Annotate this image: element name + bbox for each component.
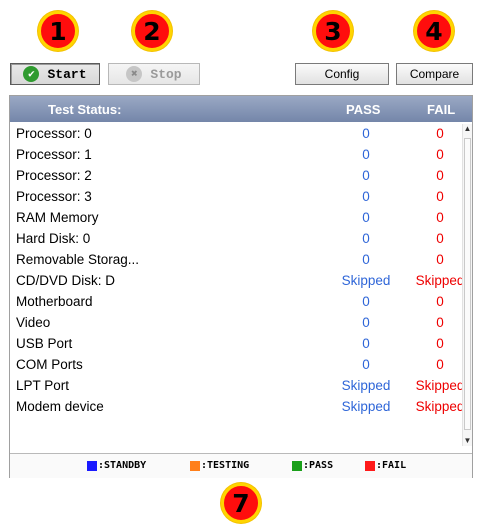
test-row[interactable]: Motherboard 0 0 [10,292,472,313]
test-status-panel: Test Status: PASS FAIL Processor: 0 0 0 Pr… [9,95,473,478]
test-name: Processor: 1 [16,147,92,162]
legend-testing: :TESTING [190,460,249,471]
pass-count: 0 [362,147,370,162]
pass-swatch [292,460,302,471]
test-row[interactable]: COM Ports 0 0 [10,355,472,376]
pass-count: 0 [362,189,370,204]
pass-count: 0 [362,231,370,246]
test-row[interactable]: Modem device Skipped Skipped [10,397,472,418]
legend-standby-label: :STANDBY [98,460,147,471]
status-legend: :STANDBY :TESTING :PASS :FAIL [10,453,472,478]
callout-2: 2 [132,11,172,51]
callout-4: 4 [414,11,454,51]
legend-fail: :FAIL [365,460,406,471]
config-button[interactable]: Config [295,63,389,85]
scroll-up-icon[interactable]: ▲ [463,124,472,134]
pass-count: 0 [362,315,370,330]
test-name: Hard Disk: 0 [16,231,91,246]
pass-count: 0 [362,294,370,309]
standby-swatch [87,460,97,471]
pass-count: Skipped [341,273,391,288]
test-row[interactable]: RAM Memory 0 0 [10,208,472,229]
pass-count: 0 [362,126,370,141]
test-list: Processor: 0 0 0 Processor: 1 0 0 Processor:… [10,124,472,418]
pass-count: Skipped [341,378,391,393]
test-row[interactable]: LPT Port Skipped Skipped [10,376,472,397]
testing-swatch [190,460,200,471]
header-pass: PASS [346,102,381,117]
test-name: Removable Storag... [16,252,140,267]
test-row[interactable]: Processor: 200 [10,166,472,187]
test-name: CD/DVD Disk: D [16,273,116,288]
compare-button[interactable]: Compare [396,63,473,85]
callout-3: 3 [313,11,353,51]
legend-pass: :PASS [292,460,333,471]
legend-standby: :STANDBY [87,460,146,471]
test-name: Modem device [16,399,104,414]
header-fail: FAIL [427,102,456,117]
config-button-label: Config [324,67,360,81]
test-name: RAM Memory [16,210,99,225]
callout-1: 1 [38,11,78,51]
test-name: COM Ports [16,357,83,372]
test-name: Processor: 3 [16,189,92,204]
test-row[interactable]: Processor: 100 [10,145,472,166]
test-row[interactable]: Processor: 000 [10,124,472,145]
scroll-down-icon[interactable]: ▼ [463,436,472,446]
pass-count: 0 [362,357,370,372]
callout-7: 7 [221,483,261,523]
test-row[interactable]: Video 0 0 [10,313,472,334]
legend-pass-label: :PASS [303,460,334,471]
test-name: Processor: 0 [16,126,92,141]
test-row[interactable]: Hard Disk: 000 [10,229,472,250]
status-header: Test Status: PASS FAIL [10,96,472,122]
legend-fail-label: :FAIL [376,460,407,471]
test-name: Video [16,315,51,330]
fail-swatch [365,460,375,471]
test-row[interactable]: Removable Storag... 0 0 [10,250,472,271]
header-title: Test Status: [48,102,122,117]
test-row[interactable]: CD/DVD Disk: D Skipped Skipped [10,271,472,292]
pass-count: 0 [362,210,370,225]
pass-count: Skipped [341,399,391,414]
compare-button-label: Compare [409,67,460,81]
test-row[interactable]: Processor: 300 [10,187,472,208]
stop-button-label: Stop [150,66,182,82]
legend-testing-label: :TESTING [201,460,250,471]
start-button-label: Start [47,66,87,82]
start-button[interactable]: ✔ Start [10,63,100,85]
stop-button[interactable]: ✖ Stop [108,63,200,85]
toolbar: ✔ Start ✖ Stop Config Compare [10,60,473,90]
check-shield-icon: ✔ [23,66,40,82]
test-name: LPT Port [16,378,70,393]
pass-count: 0 [362,336,370,351]
pass-count: 0 [362,252,370,267]
test-name: Motherboard [16,294,93,309]
test-row[interactable]: USB Port 0 0 [10,334,472,355]
scrollbar-thumb[interactable] [464,138,471,430]
x-shield-icon: ✖ [126,66,143,82]
vertical-scrollbar[interactable]: ▲ ▼ [462,124,472,446]
test-name: Processor: 2 [16,168,92,183]
test-name: USB Port [16,336,73,351]
pass-count: 0 [362,168,370,183]
